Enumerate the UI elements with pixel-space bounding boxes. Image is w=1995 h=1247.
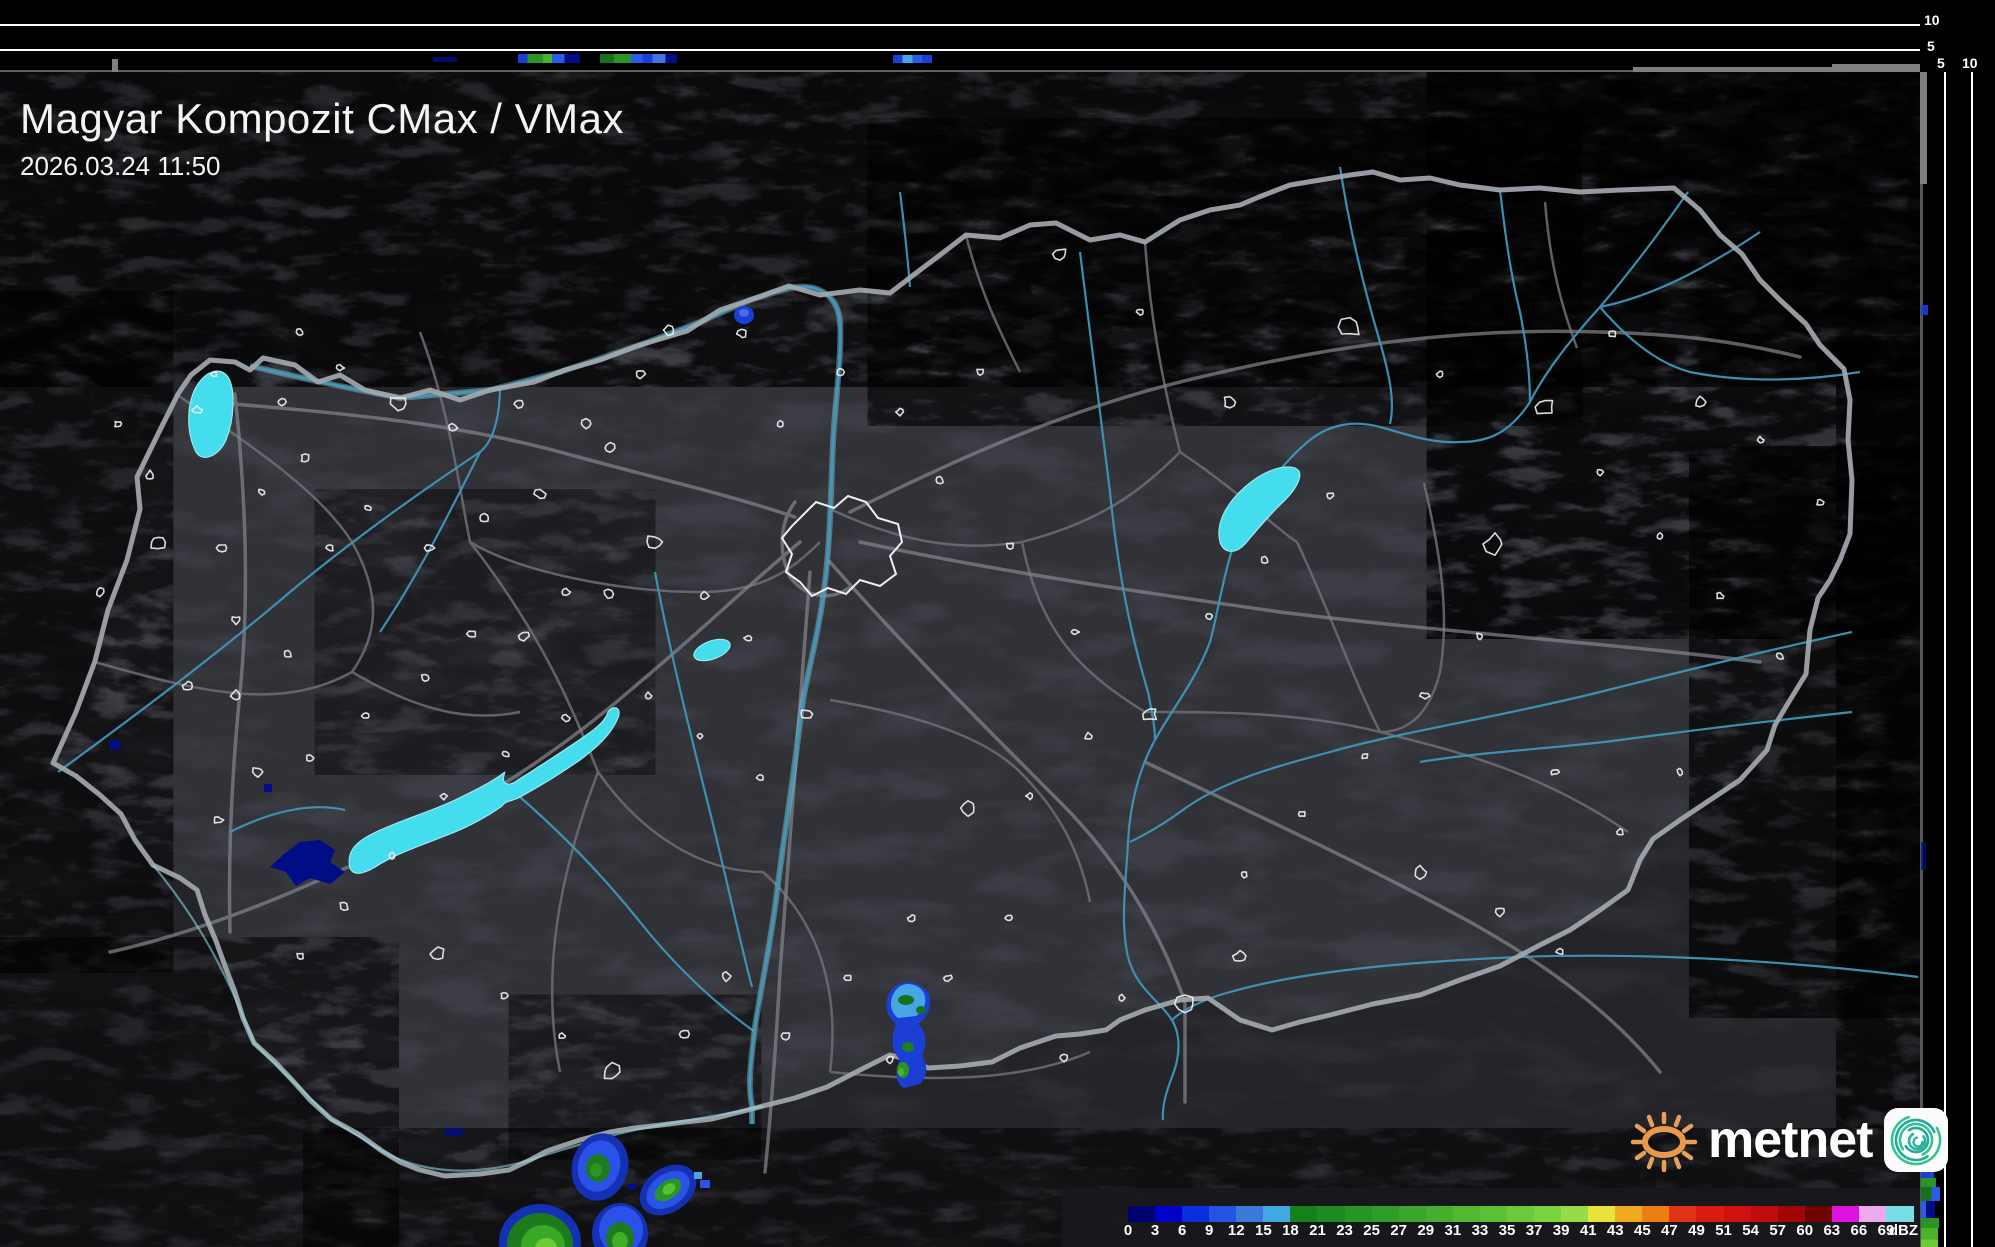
terrain-profile-edge [1920, 184, 1923, 1247]
legend-segment [1290, 1206, 1319, 1222]
altitude-line-5km [0, 49, 1920, 51]
legend-tick-label: 41 [1579, 1222, 1597, 1239]
legend-tick-label: 37 [1525, 1222, 1543, 1239]
legend-tick-label: 33 [1471, 1222, 1489, 1239]
cross-section-echo [1921, 842, 1926, 870]
legend-tick-label: 6 [1177, 1222, 1187, 1239]
legend-segment [1452, 1206, 1481, 1222]
cross-section-echo [518, 54, 580, 63]
cross-section-echo [1921, 1218, 1939, 1228]
legend-segment [1777, 1206, 1806, 1222]
legend-segment [1398, 1206, 1427, 1222]
legend-tick-label: 51 [1715, 1222, 1732, 1239]
cross-section-echo [1921, 1201, 1935, 1218]
legend-tick-label: 25 [1363, 1222, 1380, 1239]
top-cross-section-panel: 10 5 5 10 [0, 0, 1995, 72]
radar-product-screen: 10 5 5 10 Magyar Kompozit CMax / VMax 20… [0, 0, 1995, 1247]
legend-segment [1371, 1206, 1400, 1222]
top-axis-tick-10: 10 [1924, 12, 1940, 28]
terrain-profile-north [1920, 72, 1927, 184]
cross-section-echo [1921, 1187, 1940, 1201]
legend-segment [1344, 1206, 1373, 1222]
legend-segment [1236, 1206, 1264, 1222]
legend-segment [1534, 1206, 1562, 1222]
legend-segment [1155, 1206, 1183, 1222]
legend-tick-label: 63 [1823, 1222, 1841, 1239]
dbz-legend: dBZ 0 3 6 9 12 15 18 21 23 25 27 29 31 33 35 37 39 41 43 45… [1062, 1188, 1920, 1247]
cross-section-echo [1921, 305, 1928, 315]
metnet-logo: metnet [1624, 1098, 1949, 1182]
altitude-line-10km [0, 24, 1920, 26]
legend-tick-label: 54 [1742, 1222, 1759, 1239]
legend-tick-label: 3 [1150, 1222, 1160, 1239]
legend-tick-label: 60 [1796, 1222, 1814, 1239]
legend-segment [1209, 1206, 1237, 1222]
legend-segment [1506, 1206, 1535, 1222]
legend-segment [1723, 1206, 1752, 1222]
legend-tick-label: 0 [1123, 1222, 1133, 1239]
right-cross-section-panel [1920, 72, 1995, 1247]
legend-tick-label: 49 [1688, 1222, 1705, 1239]
legend-segment [1831, 1206, 1860, 1222]
legend-segment [1885, 1206, 1914, 1222]
page-title: Magyar Kompozit CMax / VMax [20, 95, 625, 142]
terrain-texture [0, 72, 1920, 1247]
title-block: Magyar Kompozit CMax / VMax 2026.03.24 1… [20, 95, 624, 182]
legend-tick-label: 21 [1309, 1222, 1326, 1239]
legend-tick-label: 31 [1444, 1222, 1462, 1239]
cross-section-echo [600, 54, 677, 63]
map-canvas [0, 72, 1920, 1247]
terrain-profile-bump [112, 59, 118, 72]
legend-segment [1642, 1206, 1670, 1222]
legend-segment [1182, 1206, 1210, 1222]
legend-tick-label: 15 [1255, 1222, 1272, 1239]
legend-tick-label: 12 [1227, 1222, 1245, 1239]
terrain-profile-east [1633, 67, 1832, 72]
legend-segment [1669, 1206, 1698, 1222]
legend-tick-label: 39 [1552, 1222, 1570, 1239]
legend-tick-label: 57 [1769, 1222, 1787, 1239]
altitude-line-5km-v [1944, 72, 1946, 1247]
hungary-radar-map [0, 72, 1920, 1247]
legend-segment [1588, 1206, 1616, 1222]
right-axis-tick-5: 5 [1937, 55, 1945, 71]
legend-tick-label: 69 [1877, 1222, 1895, 1239]
right-axis-tick-10: 10 [1962, 55, 1978, 71]
cross-section-echo [1921, 1228, 1938, 1247]
legend-tick-label: 18 [1282, 1222, 1299, 1239]
legend-segment [1479, 1206, 1508, 1222]
legend-tick-label: 9 [1205, 1222, 1214, 1239]
legend-tick-label: 35 [1498, 1222, 1516, 1239]
legend-segment [1858, 1206, 1887, 1222]
cross-section-echo [433, 57, 457, 62]
terrain-profile [0, 70, 1920, 72]
legend-tick-label: 43 [1606, 1222, 1624, 1239]
legend-segment [1615, 1206, 1643, 1222]
legend-tick-label: 47 [1661, 1222, 1678, 1239]
legend-tick-label: 66 [1850, 1222, 1868, 1239]
legend-segment [1128, 1206, 1156, 1222]
logo-text: metnet [1708, 1111, 1873, 1169]
timestamp: 2026.03.24 11:50 [20, 151, 221, 181]
legend-segment [1804, 1206, 1833, 1222]
legend-tick-label: 27 [1390, 1222, 1408, 1239]
metnet-app-icon [1884, 1108, 1949, 1172]
sun-icon [1630, 1111, 1698, 1173]
legend-segment [1696, 1206, 1725, 1222]
terrain-profile-northeast [1832, 64, 1920, 72]
legend-tick-label: 29 [1417, 1222, 1435, 1239]
top-axis-tick-5: 5 [1927, 38, 1935, 54]
legend-segment [1750, 1206, 1779, 1222]
legend-segment [1317, 1206, 1346, 1222]
legend-segment [1561, 1206, 1589, 1222]
spiral-icon [1891, 1114, 1942, 1166]
altitude-line-10km-v [1971, 72, 1973, 1247]
cross-section-echo [893, 55, 932, 63]
legend-segment [1263, 1206, 1291, 1222]
legend-tick-label: 23 [1336, 1222, 1353, 1239]
legend-tick-label: 45 [1633, 1222, 1651, 1239]
legend-segment [1425, 1206, 1454, 1222]
